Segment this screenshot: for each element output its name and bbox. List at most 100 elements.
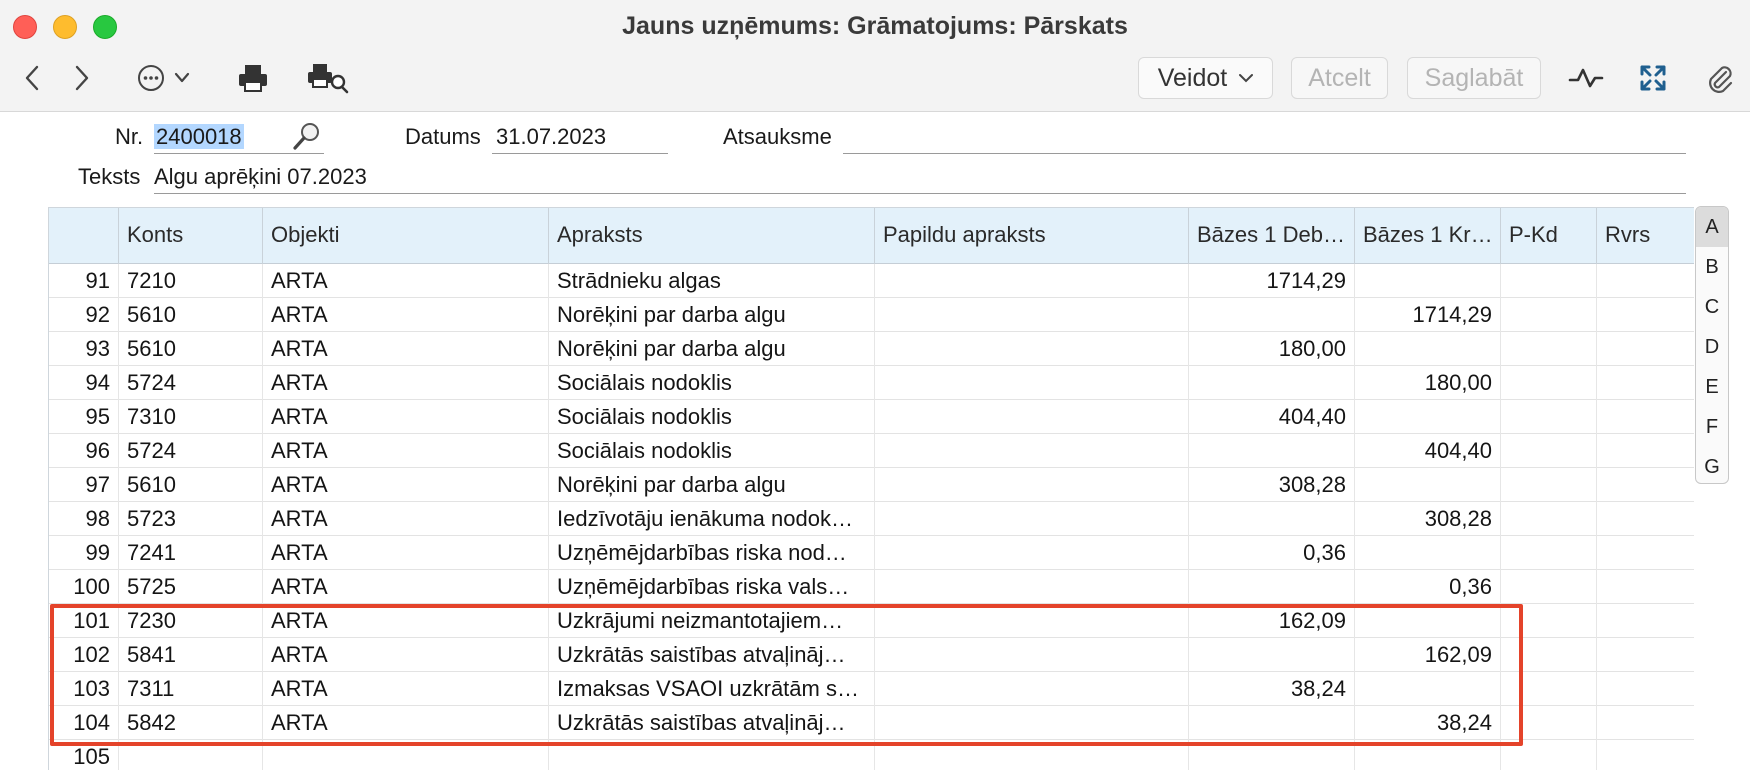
cell-pap[interactable] bbox=[875, 332, 1189, 366]
cell-apr[interactable]: Uzņēmējdarbības riska nod… bbox=[549, 536, 875, 570]
cell-apr[interactable]: Izmaksas VSAOI uzkrātām s… bbox=[549, 672, 875, 706]
cell-obj[interactable]: ARTA bbox=[263, 604, 549, 638]
cell-deb[interactable] bbox=[1189, 502, 1355, 536]
print-icon[interactable] bbox=[236, 60, 270, 96]
attachment-icon[interactable] bbox=[1702, 60, 1736, 96]
cell-rvrs[interactable] bbox=[1597, 672, 1694, 706]
cell-pap[interactable] bbox=[875, 570, 1189, 604]
cell-apr[interactable]: Sociālais nodoklis bbox=[549, 400, 875, 434]
table-row[interactable]: 94 5724 ARTA Sociālais nodoklis 180,00 bbox=[49, 366, 1694, 400]
cell-rvrs[interactable] bbox=[1597, 400, 1694, 434]
cell-pap[interactable] bbox=[875, 298, 1189, 332]
cell-konts[interactable]: 7210 bbox=[119, 264, 263, 298]
column-header-1[interactable]: Konts bbox=[119, 208, 263, 264]
cell-deb[interactable]: 38,24 bbox=[1189, 672, 1355, 706]
cell-konts[interactable]: 5724 bbox=[119, 434, 263, 468]
cell-apr[interactable]: Strādnieku algas bbox=[549, 264, 875, 298]
cell-rvrs[interactable] bbox=[1597, 468, 1694, 502]
table-row[interactable]: 100 5725 ARTA Uzņēmējdarbības riska vals… 0,… bbox=[49, 570, 1694, 604]
cell-deb[interactable] bbox=[1189, 706, 1355, 740]
cell-konts[interactable]: 7310 bbox=[119, 400, 263, 434]
cell-n[interactable]: 103 bbox=[49, 672, 119, 706]
cell-kr[interactable]: 404,40 bbox=[1355, 434, 1501, 468]
table-row[interactable]: 99 7241 ARTA Uzņēmējdarbības riska nod… 0,36 bbox=[49, 536, 1694, 570]
cell-rvrs[interactable] bbox=[1597, 502, 1694, 536]
cell-deb[interactable] bbox=[1189, 434, 1355, 468]
cell-deb[interactable]: 308,28 bbox=[1189, 468, 1355, 502]
cell-konts[interactable]: 5610 bbox=[119, 468, 263, 502]
cell-obj[interactable] bbox=[263, 740, 549, 770]
text-field[interactable]: Algu aprēķini 07.2023 bbox=[154, 158, 1686, 194]
cell-apr[interactable]: Uzkrājumi neizmantotajiem… bbox=[549, 604, 875, 638]
cell-konts[interactable]: 5841 bbox=[119, 638, 263, 672]
cell-n[interactable]: 92 bbox=[49, 298, 119, 332]
cell-deb[interactable]: 180,00 bbox=[1189, 332, 1355, 366]
date-field[interactable]: 31.07.2023 bbox=[492, 118, 668, 154]
cell-n[interactable]: 93 bbox=[49, 332, 119, 366]
cancel-button[interactable]: Atcelt bbox=[1291, 57, 1388, 99]
cell-pkd[interactable] bbox=[1501, 740, 1597, 770]
cell-pap[interactable] bbox=[875, 434, 1189, 468]
table-row[interactable]: 101 7230 ARTA Uzkrājumi neizmantotajiem… 162… bbox=[49, 604, 1694, 638]
expand-icon[interactable] bbox=[1636, 60, 1670, 96]
cell-apr[interactable]: Uzkrātās saistības atvaļināj… bbox=[549, 706, 875, 740]
cell-rvrs[interactable] bbox=[1597, 366, 1694, 400]
cell-apr[interactable]: Norēķini par darba algu bbox=[549, 332, 875, 366]
cell-pkd[interactable] bbox=[1501, 264, 1597, 298]
cell-apr[interactable]: Norēķini par darba algu bbox=[549, 298, 875, 332]
reference-field[interactable] bbox=[843, 118, 1686, 154]
cell-pkd[interactable] bbox=[1501, 638, 1597, 672]
cell-pap[interactable] bbox=[875, 536, 1189, 570]
cell-konts[interactable]: 7311 bbox=[119, 672, 263, 706]
cell-n[interactable]: 96 bbox=[49, 434, 119, 468]
cell-n[interactable]: 99 bbox=[49, 536, 119, 570]
cell-obj[interactable]: ARTA bbox=[263, 468, 549, 502]
cell-pap[interactable] bbox=[875, 400, 1189, 434]
cell-pap[interactable] bbox=[875, 264, 1189, 298]
cell-n[interactable]: 94 bbox=[49, 366, 119, 400]
cell-apr[interactable]: Uzņēmējdarbības riska vals… bbox=[549, 570, 875, 604]
cell-apr[interactable]: Uzkrātās saistības atvaļināj… bbox=[549, 638, 875, 672]
cell-konts[interactable]: 5610 bbox=[119, 298, 263, 332]
cell-konts[interactable]: 5842 bbox=[119, 706, 263, 740]
cell-kr[interactable] bbox=[1355, 468, 1501, 502]
cell-kr[interactable]: 0,36 bbox=[1355, 570, 1501, 604]
cell-konts[interactable]: 7230 bbox=[119, 604, 263, 638]
cell-rvrs[interactable] bbox=[1597, 706, 1694, 740]
cell-obj[interactable]: ARTA bbox=[263, 706, 549, 740]
cell-n[interactable]: 104 bbox=[49, 706, 119, 740]
print-preview-icon[interactable] bbox=[306, 60, 350, 96]
table-row[interactable]: 96 5724 ARTA Sociālais nodoklis 404,40 bbox=[49, 434, 1694, 468]
cell-rvrs[interactable] bbox=[1597, 264, 1694, 298]
cell-konts[interactable]: 5724 bbox=[119, 366, 263, 400]
cell-pap[interactable] bbox=[875, 638, 1189, 672]
cell-pkd[interactable] bbox=[1501, 400, 1597, 434]
cell-kr[interactable] bbox=[1355, 604, 1501, 638]
cell-obj[interactable]: ARTA bbox=[263, 400, 549, 434]
table-row[interactable]: 102 5841 ARTA Uzkrātās saistības atvaļināj…… bbox=[49, 638, 1694, 672]
cell-obj[interactable]: ARTA bbox=[263, 298, 549, 332]
cell-pkd[interactable] bbox=[1501, 298, 1597, 332]
side-tab-f[interactable]: F bbox=[1696, 407, 1728, 447]
cell-pap[interactable] bbox=[875, 672, 1189, 706]
column-header-3[interactable]: Apraksts bbox=[549, 208, 875, 264]
more-actions-icon[interactable] bbox=[136, 60, 198, 96]
cell-rvrs[interactable] bbox=[1597, 536, 1694, 570]
table-row[interactable]: 98 5723 ARTA Iedzīvotāju ienākuma nodok… 308… bbox=[49, 502, 1694, 536]
cell-deb[interactable] bbox=[1189, 740, 1355, 770]
cell-deb[interactable]: 404,40 bbox=[1189, 400, 1355, 434]
cell-apr[interactable]: Norēķini par darba algu bbox=[549, 468, 875, 502]
cell-pap[interactable] bbox=[875, 604, 1189, 638]
cell-pkd[interactable] bbox=[1501, 332, 1597, 366]
cell-n[interactable]: 95 bbox=[49, 400, 119, 434]
cell-pkd[interactable] bbox=[1501, 468, 1597, 502]
cell-rvrs[interactable] bbox=[1597, 740, 1694, 770]
cell-obj[interactable]: ARTA bbox=[263, 434, 549, 468]
cell-pkd[interactable] bbox=[1501, 706, 1597, 740]
cell-rvrs[interactable] bbox=[1597, 434, 1694, 468]
cell-pkd[interactable] bbox=[1501, 366, 1597, 400]
table-row[interactable]: 103 7311 ARTA Izmaksas VSAOI uzkrātām s… 38,… bbox=[49, 672, 1694, 706]
cell-obj[interactable]: ARTA bbox=[263, 502, 549, 536]
cell-kr[interactable]: 180,00 bbox=[1355, 366, 1501, 400]
column-header-5[interactable]: Bāzes 1 Deb… bbox=[1189, 208, 1355, 264]
